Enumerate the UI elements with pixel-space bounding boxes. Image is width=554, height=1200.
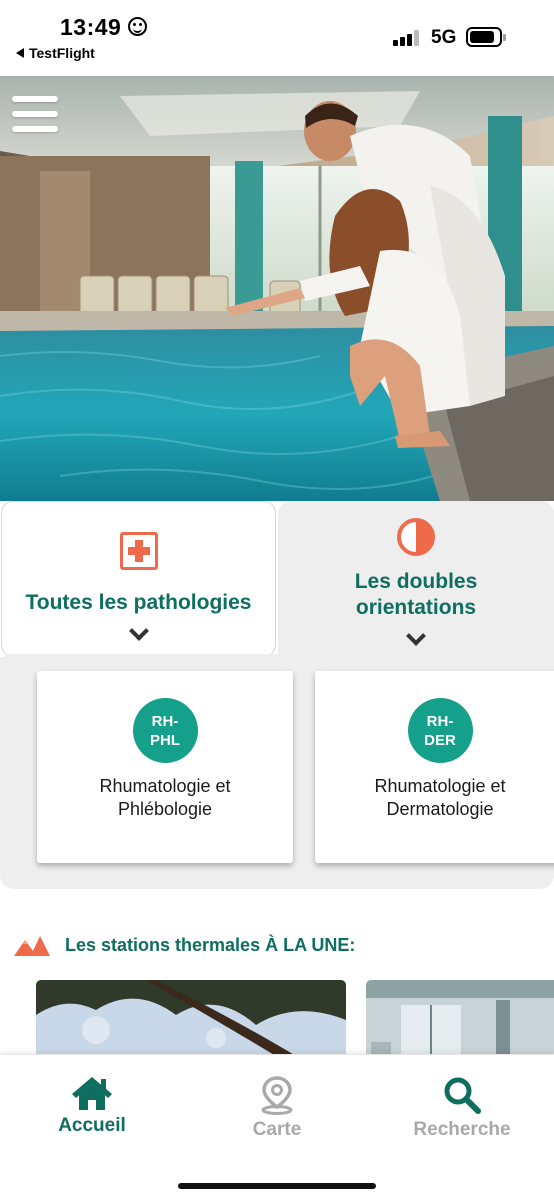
- back-label: TestFlight: [29, 45, 95, 61]
- orientation-label: Rhumatologie et Dermatologie: [374, 776, 506, 819]
- search-icon: [444, 1077, 481, 1114]
- bottom-navigation: Accueil Carte Recherche: [0, 1054, 554, 1200]
- home-icon: [72, 1077, 112, 1110]
- tab-label: Les doubles orientations: [354, 570, 478, 619]
- hero-image: [0, 76, 554, 501]
- nav-recherche[interactable]: Recherche: [382, 1075, 542, 1141]
- nav-label: Accueil: [58, 1115, 126, 1136]
- tab-double-orientations[interactable]: Les doubles orientations: [278, 501, 554, 663]
- nav-label: Recherche: [413, 1119, 511, 1140]
- chevron-down-icon: [128, 621, 149, 641]
- featured-title: Les stations thermales À LA UNE:: [65, 934, 356, 955]
- panel-edge: [0, 654, 280, 666]
- home-indicator[interactable]: [178, 1183, 376, 1189]
- medical-cross-icon: [119, 532, 158, 570]
- back-to-testflight[interactable]: TestFlight: [16, 45, 95, 61]
- tab-all-pathologies[interactable]: Toutes les pathologies: [1, 501, 276, 657]
- back-arrow-icon: [16, 48, 24, 58]
- orientation-label: Rhumatologie et Phlébologie: [99, 776, 231, 819]
- smiley-icon: [128, 17, 147, 36]
- status-bar: 13:49 TestFlight 5G: [0, 0, 554, 76]
- nav-carte[interactable]: Carte: [197, 1075, 357, 1141]
- mountains-icon: [14, 936, 50, 956]
- status-time: 13:49: [60, 14, 122, 40]
- battery-icon: [466, 27, 506, 47]
- station-thumbnail[interactable]: [36, 980, 346, 1056]
- nav-label: Carte: [252, 1119, 302, 1140]
- chevron-down-icon: [406, 626, 426, 646]
- nav-accueil[interactable]: Accueil: [12, 1075, 172, 1137]
- orientation-badge: RH- PHL: [132, 698, 198, 763]
- tab-label: Toutes les pathologies: [25, 591, 252, 614]
- station-thumbnail[interactable]: [366, 980, 554, 1056]
- station-photo: [366, 980, 554, 1056]
- station-photo: [36, 980, 346, 1056]
- map-pin-icon: [261, 1076, 293, 1115]
- pool-photo: [0, 76, 554, 501]
- half-circle-icon: [397, 518, 435, 556]
- signal-icon: [393, 30, 421, 46]
- featured-header: Les stations thermales À LA UNE:: [14, 934, 355, 956]
- orientation-card-rh-phl[interactable]: RH- PHL Rhumatologie et Phlébologie: [37, 671, 293, 863]
- category-tabs: Toutes les pathologies Les doubles orien…: [0, 501, 554, 663]
- orientation-badge: RH- DER: [407, 698, 473, 763]
- network-type: 5G: [431, 27, 457, 48]
- orientation-card-rh-der[interactable]: RH- DER Rhumatologie et Dermatologie: [315, 671, 554, 863]
- hamburger-menu-icon[interactable]: [12, 96, 58, 134]
